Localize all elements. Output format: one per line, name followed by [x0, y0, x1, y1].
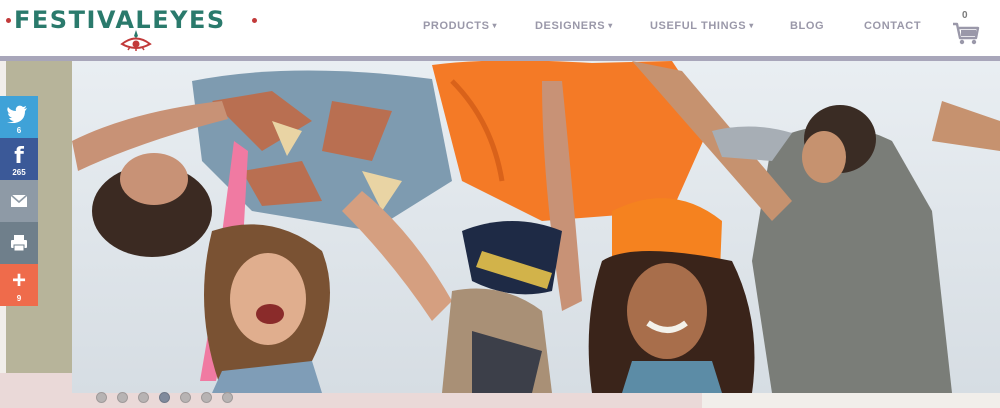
chevron-down-icon: ▾ — [749, 21, 754, 30]
share-facebook-button[interactable]: f 265 — [0, 138, 38, 180]
more-share-count: 9 — [16, 294, 22, 303]
nav-products[interactable]: PRODUCTS ▾ — [423, 20, 497, 32]
share-twitter-button[interactable]: 6 — [0, 96, 38, 138]
twitter-icon — [7, 105, 27, 123]
chevron-down-icon: ▾ — [492, 21, 498, 30]
social-share-bar: 6 f 265 + 9 — [0, 96, 38, 306]
nav-blog[interactable]: BLOG — [790, 20, 824, 32]
facebook-icon: f — [14, 144, 24, 169]
logo-dot-left — [6, 18, 11, 23]
share-print-button[interactable] — [0, 222, 38, 264]
slider-dot-7[interactable] — [222, 392, 233, 403]
slider-dot-5[interactable] — [180, 392, 191, 403]
site-header: FESTIVALEYES PRODUCTS ▾ DESIGNERS ▾ USEFUL… — [0, 0, 1000, 56]
nav-designers-label: DESIGNERS — [535, 20, 606, 32]
slider-dot-2[interactable] — [117, 392, 128, 403]
nav-contact-label: CONTACT — [864, 20, 922, 32]
cart-button[interactable]: 0 — [952, 10, 982, 46]
plus-icon: + — [11, 267, 26, 294]
slider-dot-3[interactable] — [138, 392, 149, 403]
nav-products-label: PRODUCTS — [423, 20, 490, 32]
cart-icon — [953, 22, 980, 45]
nav-designers[interactable]: DESIGNERS ▾ — [535, 20, 613, 32]
share-email-button[interactable] — [0, 180, 38, 222]
festival-crowd-photo — [72, 61, 1000, 393]
eye-logo-icon — [120, 30, 152, 51]
slider-dot-4[interactable] — [159, 392, 170, 403]
nav-contact[interactable]: CONTACT — [864, 20, 921, 32]
print-icon — [11, 235, 27, 252]
slider-dot-1[interactable] — [96, 392, 107, 403]
cart-count: 0 — [962, 10, 968, 21]
chevron-down-icon: ▾ — [608, 21, 613, 30]
brand-logo[interactable]: FESTIVALEYES — [6, 4, 257, 52]
share-more-button[interactable]: + 9 — [0, 264, 38, 306]
logo-dot-right — [252, 18, 257, 23]
nav-useful-things-label: USEFUL THINGS — [650, 20, 747, 32]
nav-useful-things[interactable]: USEFUL THINGS ▾ — [650, 20, 754, 32]
slider-dot-6[interactable] — [201, 392, 212, 403]
twitter-share-count: 6 — [16, 126, 22, 135]
email-icon — [10, 194, 28, 207]
hero-slide-image[interactable] — [72, 61, 1000, 393]
nav-blog-label: BLOG — [790, 20, 825, 32]
facebook-share-count: 265 — [12, 168, 26, 177]
